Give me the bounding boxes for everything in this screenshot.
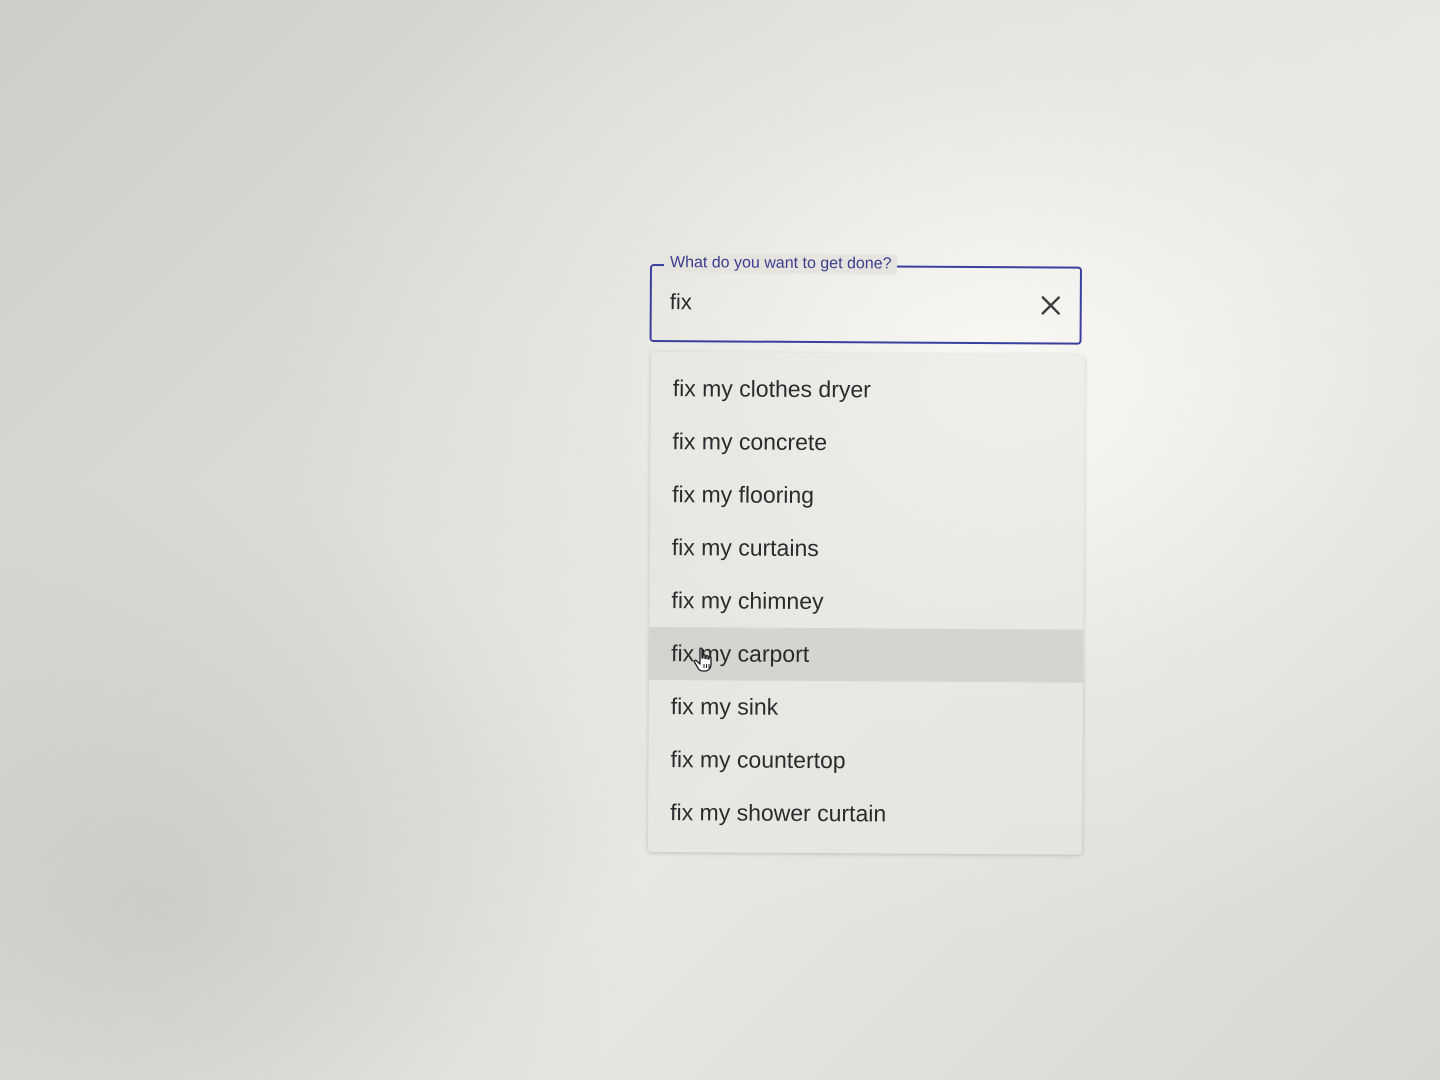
- search-field[interactable]: What do you want to get done? fix: [649, 253, 1082, 345]
- suggestion-item-hovered[interactable]: fix my carport: [648, 626, 1084, 683]
- suggestions-list: fix my clothes dryer fix my concrete fix…: [647, 352, 1085, 855]
- suggestion-item[interactable]: fix my shower curtain: [648, 786, 1082, 842]
- clear-button[interactable]: [1038, 292, 1064, 318]
- suggestion-item[interactable]: fix my clothes dryer: [651, 362, 1085, 418]
- suggestion-item[interactable]: fix my flooring: [650, 468, 1084, 524]
- suggestion-item[interactable]: fix my countertop: [648, 733, 1082, 789]
- suggestion-item[interactable]: fix my sink: [649, 680, 1083, 736]
- close-icon: [1041, 296, 1061, 315]
- page: What do you want to get done? fix fix my…: [0, 0, 1440, 1080]
- suggestion-item[interactable]: fix my concrete: [650, 415, 1084, 471]
- suggestion-item[interactable]: fix my curtains: [650, 521, 1084, 577]
- search-field-label: What do you want to get done?: [663, 253, 898, 275]
- search-input[interactable]: fix: [670, 288, 692, 316]
- suggestion-item[interactable]: fix my chimney: [649, 574, 1083, 630]
